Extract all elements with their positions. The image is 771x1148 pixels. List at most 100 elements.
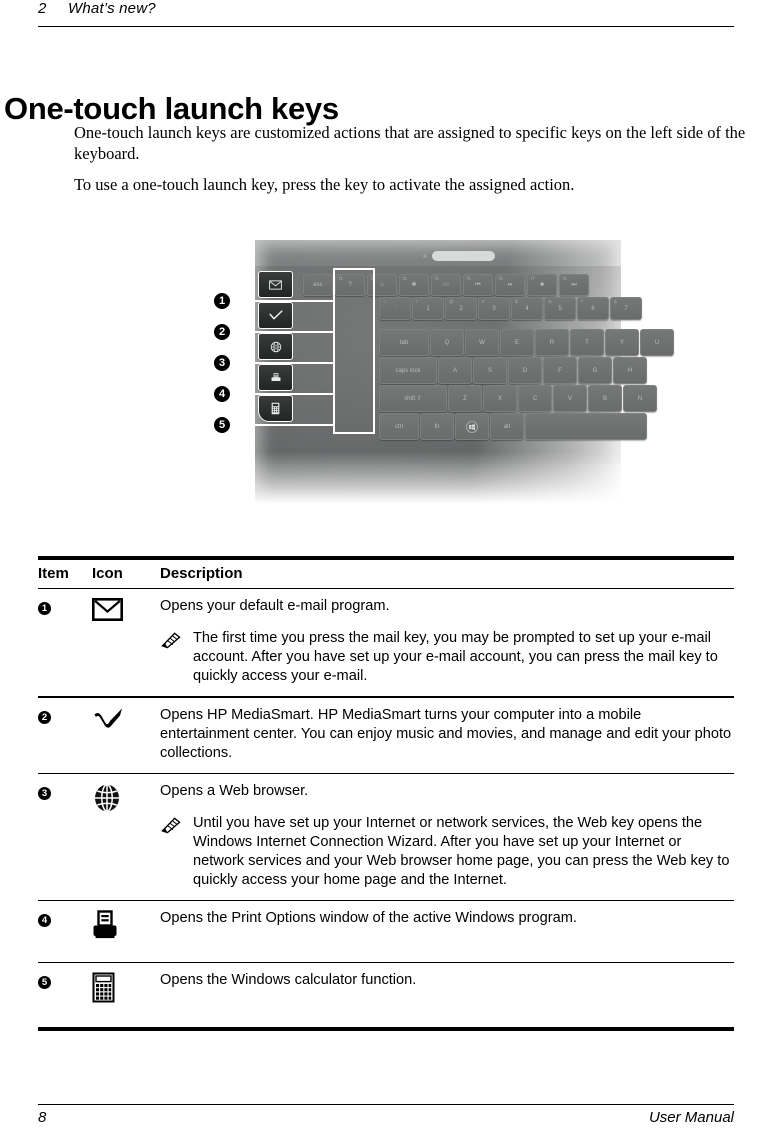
key-f7: f7 ■ xyxy=(527,274,557,296)
launch-key-group xyxy=(333,268,375,434)
page-footer: 8 User Manual xyxy=(38,1104,734,1126)
keyboard-figure: esc f1? f2 ☼ f3 ✱ f4 ▭ f5 ⏮ f6 ⏯ f7 ■ f8 ⏭ ~ ` !… xyxy=(214,236,674,508)
key-r: R xyxy=(535,329,569,356)
column-header-item: Item xyxy=(38,565,69,582)
key-c: C xyxy=(518,385,552,412)
keyboard-photo: esc f1? f2 ☼ f3 ✱ f4 ▭ f5 ⏮ f6 ⏯ f7 ■ f8 ⏭ ~ ` !… xyxy=(255,240,674,504)
callout-leader-2 xyxy=(230,331,334,333)
key-4: $4 xyxy=(511,297,543,320)
key-fn: fn xyxy=(420,413,454,440)
row-description-text: Opens the Windows calculator function. xyxy=(160,972,417,989)
callout-leader-4 xyxy=(230,393,334,395)
row-description-text: Opens the Print Options window of the ac… xyxy=(160,910,577,927)
callout-leader-1 xyxy=(230,300,334,302)
windows-icon xyxy=(466,420,478,433)
row-icon xyxy=(92,909,160,940)
mail-icon xyxy=(269,279,282,290)
intro-paragraph-1: One-touch launch keys are customized act… xyxy=(74,123,746,163)
key-f8: f8 ⏭ xyxy=(559,274,589,296)
row-description: Opens your default e-mail program. The f… xyxy=(160,597,734,686)
key-2: @2 xyxy=(445,297,477,320)
row-note: Until you have set up your Internet or n… xyxy=(160,814,734,890)
launch-key-web[interactable] xyxy=(258,333,293,360)
key-w: W xyxy=(465,329,499,356)
key-u: U xyxy=(640,329,674,356)
table-row: 1 Opens your default e-mail program. The… xyxy=(38,589,734,696)
table-row: 3 Opens a Web browser. Until you have se… xyxy=(38,774,734,900)
launch-keys-table: Item Icon Description 1 Opens your defau… xyxy=(38,556,734,1032)
key-n: N xyxy=(623,385,657,412)
row-note-text: Until you have set up your Internet or n… xyxy=(193,814,730,888)
launch-key-calculator[interactable] xyxy=(258,395,293,422)
checkmark-icon xyxy=(268,310,283,320)
mail-icon xyxy=(92,598,123,622)
key-g: G xyxy=(578,357,612,384)
key-s: S xyxy=(473,357,507,384)
pencil-icon xyxy=(160,814,184,890)
globe-icon xyxy=(270,341,281,352)
page-running-header: 2 What’s new? xyxy=(38,0,734,27)
chapter-number: 2 xyxy=(38,0,47,17)
key-tab: tab xyxy=(379,329,429,356)
row-note: The first time you press the mail key, y… xyxy=(160,629,734,686)
key-space xyxy=(525,413,647,440)
globe-icon xyxy=(95,783,119,812)
callout-leader-5 xyxy=(230,424,334,426)
table-row: 4 Opens the Print Options window of the … xyxy=(38,901,734,962)
callout-2: 2 xyxy=(214,324,230,340)
key-3: #3 xyxy=(478,297,510,320)
key-x: X xyxy=(483,385,517,412)
row-description: Opens a Web browser. Until you have set … xyxy=(160,782,734,890)
key-q: Q xyxy=(430,329,464,356)
pencil-icon xyxy=(160,629,184,686)
intro-paragraph-2: To use a one-touch launch key, press the… xyxy=(74,175,575,194)
row-icon xyxy=(92,971,160,1003)
callout-3: 3 xyxy=(214,355,230,371)
key-f5: f5 ⏮ xyxy=(463,274,493,296)
row-icon xyxy=(92,706,160,729)
key-alt: alt xyxy=(490,413,524,440)
body-content: One-touch launch keys are customized act… xyxy=(74,122,756,205)
key-backtick: ~ ` xyxy=(379,297,411,320)
page-number: 8 xyxy=(38,1109,47,1126)
key-d: D xyxy=(508,357,542,384)
row-icon xyxy=(92,597,160,622)
chapter-title: What’s new? xyxy=(68,0,156,17)
callout-5: 5 xyxy=(214,417,230,433)
key-6: ^ 6 xyxy=(577,297,609,320)
power-led-icon xyxy=(423,254,427,258)
key-5: % 5 xyxy=(544,297,576,320)
key-f3: f3 ✱ xyxy=(399,274,429,296)
launch-key-mediasmart[interactable] xyxy=(258,302,293,329)
key-y: Y xyxy=(605,329,639,356)
row-description: Opens the Windows calculator function. xyxy=(160,971,734,990)
key-e: E xyxy=(500,329,534,356)
callout-1: 1 xyxy=(214,293,230,309)
column-header-description: Description xyxy=(160,565,243,582)
power-button xyxy=(432,251,495,261)
row-description: Opens HP MediaSmart. HP MediaSmart turns… xyxy=(160,706,734,763)
callout-4: 4 xyxy=(214,386,230,402)
row-description: Opens the Print Options window of the ac… xyxy=(160,909,734,928)
key-v: V xyxy=(553,385,587,412)
launch-key-print[interactable] xyxy=(258,364,293,391)
key-windows xyxy=(455,413,489,440)
key-esc: esc xyxy=(303,274,333,296)
row-item-number: 3 xyxy=(38,782,92,800)
table-row: 5 Opens the Windows calculator function. xyxy=(38,963,734,1027)
key-b: B xyxy=(588,385,622,412)
launch-key-mail[interactable] xyxy=(258,271,293,298)
calculator-icon xyxy=(92,972,115,1003)
key-f4: f4 ▭ xyxy=(431,274,461,296)
key-f: F xyxy=(543,357,577,384)
table-row: 2 Opens HP MediaSmart. HP MediaSmart tur… xyxy=(38,698,734,773)
printer-icon xyxy=(93,910,117,939)
key-1: ! 1 xyxy=(412,297,444,320)
key-h: H xyxy=(613,357,647,384)
row-item-number: 5 xyxy=(38,971,92,990)
row-item-number: 2 xyxy=(38,706,92,724)
key-ctrl: ctrl xyxy=(379,413,419,440)
document-title: User Manual xyxy=(648,1109,734,1126)
table-header-row: Item Icon Description xyxy=(38,560,734,588)
table-bottom-rule xyxy=(38,1027,734,1032)
